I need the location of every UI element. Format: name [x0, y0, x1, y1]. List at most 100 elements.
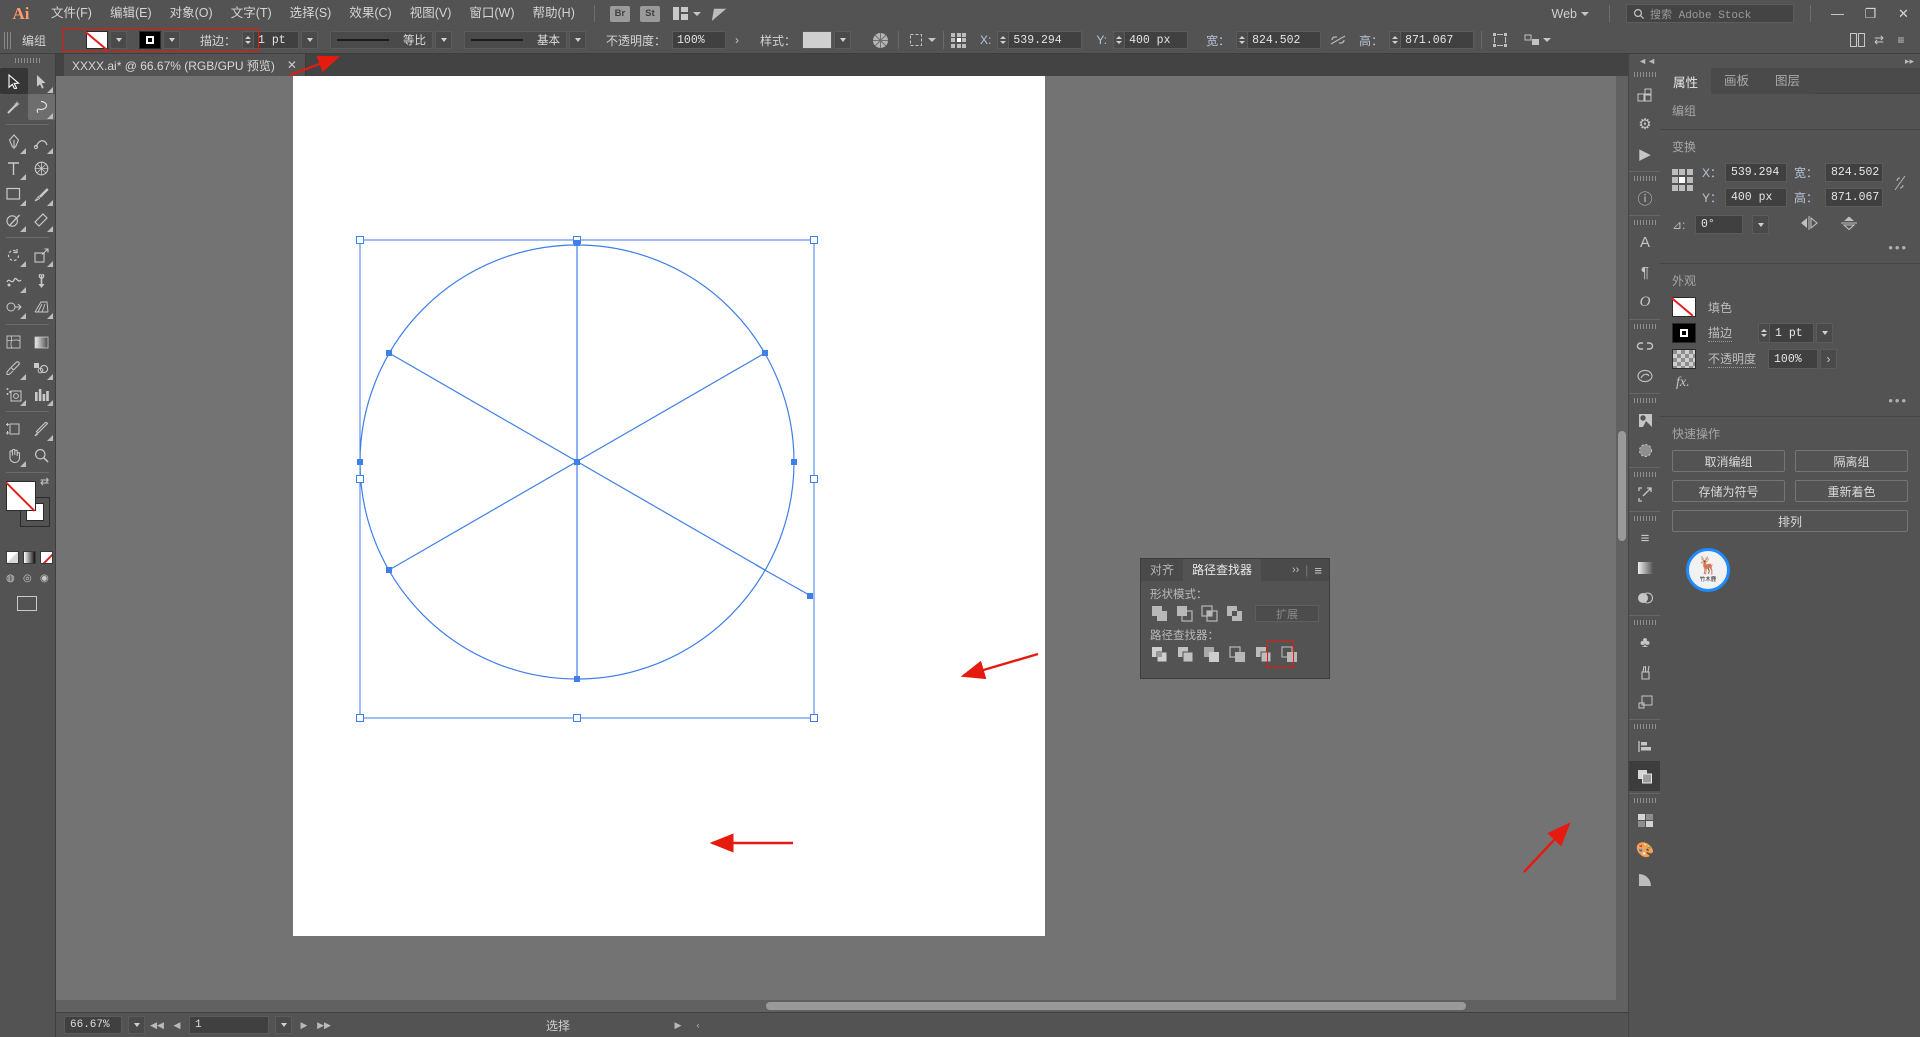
type-tool[interactable] — [0, 155, 28, 181]
transform-more-options[interactable]: ••• — [1672, 240, 1908, 255]
collapse-icon[interactable]: ›› — [1292, 564, 1299, 576]
menu-type[interactable]: 文字(T) — [222, 0, 281, 27]
menu-object[interactable]: 对象(O) — [161, 0, 222, 27]
actions-icon[interactable]: ⚙ — [1629, 109, 1661, 139]
shape-builder-tool[interactable] — [0, 294, 28, 320]
select-similar-icon[interactable] — [906, 30, 928, 50]
properties-icon[interactable] — [1629, 79, 1661, 109]
first-artboard-icon[interactable]: ◀◀ — [149, 1016, 165, 1034]
menu-select[interactable]: 选择(S) — [281, 0, 341, 27]
swap-fill-stroke-icon[interactable]: ⇄ — [40, 475, 49, 488]
panel-opacity-expand[interactable]: › — [1820, 349, 1838, 369]
align-chevron-icon[interactable] — [1543, 38, 1552, 42]
paragraph-icon[interactable]: ¶ — [1629, 257, 1661, 287]
menu-effect[interactable]: 效果(C) — [340, 0, 400, 27]
artboards-icon[interactable] — [1629, 687, 1661, 717]
stock-button[interactable]: St — [639, 5, 660, 22]
flip-horizontal-icon[interactable] — [1800, 216, 1818, 233]
fill-swatch[interactable] — [86, 31, 108, 49]
workspace-switcher[interactable]: Web — [1548, 7, 1581, 21]
arrange-documents-button[interactable] — [672, 7, 701, 20]
divide-icon[interactable] — [1151, 646, 1168, 663]
symbols-icon[interactable]: ♣ — [1629, 627, 1661, 657]
artboard-tool[interactable] — [0, 416, 28, 442]
tab-layers[interactable]: 图层 — [1762, 68, 1814, 94]
pen-tool[interactable] — [0, 129, 28, 155]
tab-artboards[interactable]: 画板 — [1711, 68, 1763, 94]
play-icon[interactable]: ▶ — [1629, 139, 1661, 169]
align-panel-icon[interactable] — [1521, 30, 1543, 50]
lasso-tool[interactable] — [27, 94, 55, 120]
opacity-mask-icon[interactable] — [869, 30, 891, 50]
isolate-group-button[interactable]: 隔离组 — [1795, 450, 1908, 472]
image-trace-icon[interactable] — [1629, 405, 1661, 435]
arrange-button[interactable]: 排列 — [1672, 510, 1908, 532]
shaper-tool[interactable] — [0, 207, 28, 233]
glyphs-icon[interactable]: O — [1629, 287, 1661, 317]
menu-help[interactable]: 帮助(H) — [524, 0, 584, 27]
align-icon[interactable] — [1629, 731, 1661, 761]
width-tool[interactable] — [0, 268, 28, 294]
links-icon[interactable] — [1629, 331, 1661, 361]
canvas-vertical-scrollbar[interactable] — [1616, 76, 1628, 1012]
appearance-more-options[interactable]: ••• — [1672, 393, 1908, 408]
height-control[interactable]: 871.067 — [1389, 31, 1475, 49]
panel-expand-icon[interactable]: ▸▸ — [1660, 54, 1920, 68]
slice-tool[interactable] — [28, 416, 56, 442]
panel-x-value[interactable]: 539.294 — [1724, 163, 1787, 182]
dock-grip-10[interactable] — [1633, 798, 1656, 803]
color-button[interactable] — [6, 551, 19, 564]
creative-cloud-icon[interactable] — [1629, 361, 1661, 391]
dock-grip-8[interactable] — [1633, 620, 1656, 625]
minus-back-icon[interactable] — [1281, 646, 1298, 663]
width-control[interactable]: 824.502 — [1236, 31, 1322, 49]
y-control[interactable]: 400 px — [1113, 31, 1189, 49]
menu-view[interactable]: 视图(V) — [401, 0, 461, 27]
canvas-area[interactable] — [56, 76, 1628, 1012]
height-value[interactable]: 871.067 — [1400, 31, 1475, 49]
blend-tool[interactable] — [28, 355, 56, 381]
merge-icon[interactable] — [1203, 646, 1220, 663]
free-transform-tool[interactable] — [28, 268, 56, 294]
recolor-button[interactable]: 重新着色 — [1795, 480, 1908, 502]
stock-search-input[interactable]: 搜索 Adobe Stock — [1626, 4, 1794, 23]
control-bar-grip[interactable] — [4, 31, 11, 49]
zoom-tool[interactable] — [28, 442, 56, 468]
brush-definition-dropdown[interactable] — [569, 31, 587, 49]
panel-stroke-label[interactable]: 描边 — [1708, 324, 1733, 342]
pathfinder-icon[interactable] — [1629, 761, 1661, 791]
stroke-weight-stepper[interactable] — [242, 31, 254, 49]
save-as-symbol-button[interactable]: 存储为符号 — [1672, 480, 1785, 502]
panel-stroke-stepper[interactable] — [1758, 323, 1770, 343]
reference-point-selector[interactable] — [951, 32, 967, 48]
document-setup-icon[interactable] — [1846, 30, 1868, 50]
panel-angle-value[interactable]: 0° — [1695, 215, 1743, 234]
curvature-tool[interactable] — [28, 129, 56, 155]
status-expand-icon[interactable]: ▶ — [670, 1016, 686, 1034]
expand-button[interactable]: 扩展 — [1255, 605, 1319, 622]
y-stepper[interactable] — [1113, 31, 1125, 49]
brushes-icon[interactable] — [1629, 657, 1661, 687]
rectangle-tool[interactable] — [0, 181, 28, 207]
width-value[interactable]: 824.502 — [1247, 31, 1322, 49]
scale-tool[interactable] — [28, 242, 56, 268]
brush-definition-preview[interactable]: 基本 — [464, 31, 568, 49]
color-icon[interactable]: 🎨 — [1629, 835, 1661, 865]
minimize-button[interactable]: — — [1821, 0, 1854, 27]
panel-opacity-swatch[interactable] — [1672, 349, 1696, 369]
magic-wand-tool[interactable] — [0, 94, 28, 120]
gradient-icon[interactable] — [1629, 553, 1661, 583]
last-artboard-icon[interactable]: ▶▶ — [316, 1016, 332, 1034]
stroke-profile-control[interactable]: 等比 — [330, 31, 453, 49]
panel-stroke-value[interactable]: 1 pt — [1769, 323, 1815, 343]
minus-front-icon[interactable] — [1176, 605, 1193, 622]
character-icon[interactable]: A — [1629, 227, 1661, 257]
outline-icon[interactable] — [1255, 646, 1272, 663]
stroke-weight-control[interactable]: 1 pt — [242, 31, 319, 49]
dock-grip-1[interactable] — [1633, 72, 1656, 77]
exclude-icon[interactable] — [1226, 605, 1243, 622]
artboard-number-value[interactable]: 1 — [189, 1016, 269, 1034]
transparency-icon[interactable] — [1629, 435, 1661, 465]
restore-button[interactable]: ❐ — [1854, 0, 1887, 27]
tab-pathfinder[interactable]: 路径查找器 — [1183, 559, 1262, 581]
